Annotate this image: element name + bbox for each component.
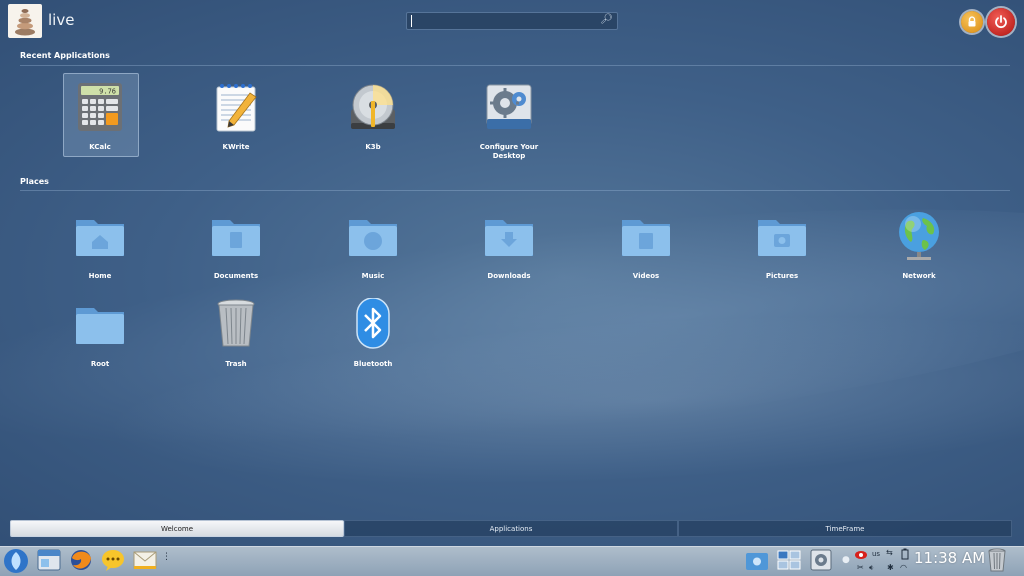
shutdown-button[interactable] — [987, 8, 1015, 36]
system-settings-icon — [486, 84, 532, 129]
update-notifier-icon[interactable] — [854, 550, 868, 560]
clipboard-icon[interactable]: ✂ — [857, 563, 864, 572]
app-label: K3b — [365, 143, 381, 151]
calculator-display-text: 9.76 — [99, 88, 116, 96]
app-label: KCalc — [89, 143, 111, 151]
downloads-folder-icon — [485, 220, 533, 256]
tab-welcome[interactable]: Welcome — [10, 520, 344, 537]
lock-screen-button[interactable] — [961, 11, 983, 33]
user-avatar[interactable] — [8, 4, 42, 38]
system-settings-icon[interactable] — [808, 548, 834, 572]
text-caret — [411, 15, 412, 27]
wifi-icon[interactable]: ◠ — [900, 563, 907, 572]
place-label: Home — [88, 272, 112, 280]
videos-folder-icon — [622, 220, 670, 256]
app-label: Configure Your Desktop — [479, 143, 539, 160]
recent-applications-heading: Recent Applications — [20, 51, 110, 60]
place-label: Trash — [225, 360, 247, 368]
documents-folder-icon — [212, 220, 260, 256]
power-icon — [995, 15, 1007, 29]
place-tile-bluetooth[interactable]: Bluetooth — [336, 297, 410, 369]
network-globe-icon — [899, 212, 939, 260]
trash-icon[interactable] — [986, 548, 1008, 572]
place-label: Music — [361, 272, 385, 280]
username-label: live — [48, 11, 75, 29]
trash-icon — [217, 299, 255, 347]
network-connection-icon[interactable]: ⇆ — [886, 548, 893, 557]
place-tile-music[interactable]: Music — [336, 210, 410, 281]
chat-icon[interactable] — [100, 548, 126, 572]
file-manager-icon[interactable] — [36, 548, 62, 572]
app-tile-k3b[interactable]: K3b — [336, 81, 410, 152]
place-tile-pictures[interactable]: Pictures — [745, 210, 819, 281]
stacked-stones-icon — [15, 9, 35, 36]
bluetooth-tray-icon[interactable]: ✱ — [887, 563, 894, 572]
text-editor-icon — [216, 84, 257, 132]
tray-dot-icon[interactable]: ● — [842, 555, 850, 565]
section-divider — [20, 65, 1010, 66]
music-folder-icon — [349, 220, 397, 256]
volume-icon[interactable]: 🔉︎ — [869, 563, 874, 573]
firefox-icon[interactable] — [68, 548, 94, 572]
battery-icon[interactable] — [901, 548, 909, 560]
pager-icon[interactable] — [776, 548, 802, 572]
place-label: Documents — [213, 272, 259, 280]
search-icon: 🔎︎ — [600, 14, 613, 25]
disc-burner-icon — [351, 84, 395, 129]
place-tile-home[interactable]: Home — [63, 210, 137, 281]
place-label: Videos — [632, 272, 660, 280]
app-tile-configure-desktop[interactable]: Configure Your Desktop — [472, 81, 546, 161]
places-heading: Places — [20, 177, 49, 186]
app-tile-kcalc[interactable]: 9.76 KCalc — [63, 73, 139, 157]
place-label: Downloads — [487, 272, 531, 280]
panel-grip-icon[interactable]: ⋮ — [162, 552, 171, 562]
view-tabs: Welcome Applications TimeFrame — [10, 520, 1012, 537]
place-tile-trash[interactable]: Trash — [199, 298, 273, 369]
tab-applications[interactable]: Applications — [344, 520, 678, 537]
section-divider — [20, 190, 1010, 191]
home-folder-icon — [76, 220, 124, 256]
lock-icon — [968, 16, 976, 27]
tab-timeframe[interactable]: TimeFrame — [678, 520, 1012, 537]
app-tile-kwrite[interactable]: KWrite — [199, 81, 273, 152]
app-launcher-icon[interactable] — [2, 547, 30, 575]
place-label: Root — [90, 360, 110, 368]
place-tile-root[interactable]: Root — [63, 298, 137, 369]
root-folder-icon — [76, 308, 124, 344]
place-label: Network — [902, 272, 936, 280]
search-input[interactable]: 🔎︎ — [406, 12, 618, 30]
place-tile-videos[interactable]: Videos — [609, 210, 683, 281]
place-tile-documents[interactable]: Documents — [199, 210, 273, 281]
bluetooth-icon — [356, 297, 390, 349]
place-label: Pictures — [765, 272, 799, 280]
place-label: Bluetooth — [353, 360, 393, 368]
place-tile-network[interactable]: Network — [882, 210, 956, 281]
place-tile-downloads[interactable]: Downloads — [472, 210, 546, 281]
calculator-icon: 9.76 — [78, 83, 122, 131]
keyboard-layout-indicator[interactable]: us — [872, 550, 880, 558]
dolphin-folder-icon[interactable] — [744, 548, 770, 572]
pictures-folder-icon — [758, 220, 806, 256]
app-label: KWrite — [222, 143, 250, 151]
digital-clock[interactable]: 11:38 AM — [914, 549, 985, 567]
mail-icon[interactable] — [132, 548, 158, 572]
